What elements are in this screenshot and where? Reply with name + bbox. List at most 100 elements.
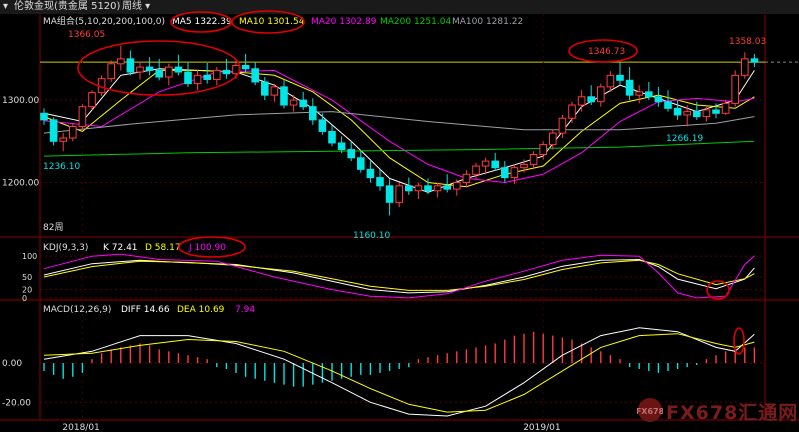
kdj-d-legend: D 58.17	[145, 243, 181, 253]
candle-body	[318, 119, 327, 132]
ma5-legend: MA5 1322.39	[172, 17, 232, 27]
ma10-legend: MA10 1301.54	[239, 17, 305, 27]
macd-cross-ellipse	[733, 327, 745, 355]
candle-body	[165, 66, 173, 78]
candle-body	[673, 107, 682, 116]
candle-body	[366, 168, 375, 179]
candle-body	[424, 185, 432, 192]
candle-body	[616, 74, 624, 81]
candle-body	[741, 58, 749, 76]
watermark-logo: FX678	[637, 398, 663, 422]
candle-body	[472, 165, 480, 175]
chart-svg: 1300.001200.002018/01 2019/01100502000.00…	[0, 10, 799, 432]
ma10-line	[43, 69, 755, 188]
candle-body	[136, 66, 144, 73]
candle-body	[309, 106, 317, 121]
candle-body	[539, 144, 548, 155]
x-tick-label: 2018/01	[62, 423, 99, 432]
candle-body	[357, 157, 365, 170]
candle-body	[174, 66, 183, 73]
candle-body	[59, 137, 68, 142]
candle-body	[337, 142, 346, 151]
x-tick-label: 2019/01	[523, 423, 560, 432]
ma-legend-label: MA组合(5,10,20,200,100,0)	[43, 15, 165, 27]
ma5-line	[43, 68, 755, 193]
weeks-label: 82周	[43, 222, 63, 233]
candle-body	[251, 68, 259, 83]
candle-body	[750, 58, 759, 63]
candle-body	[49, 119, 58, 142]
y-tick-label: 1200.00	[2, 179, 39, 189]
candle-body	[635, 91, 644, 96]
kdj-d-line	[43, 259, 755, 291]
macd-value-legend: 7.94	[235, 305, 255, 315]
kdj-j-legend: J 100.90	[188, 243, 226, 253]
candle-body	[645, 91, 653, 98]
macd-legend-label: MACD(12,26,9)	[43, 305, 111, 315]
candle-body	[299, 99, 307, 108]
chart-window: ▾ 伦敦金现(贵金属 5120) 周线 ▾ 1300.00 1200.00 2018…	[0, 0, 799, 432]
candle-body	[664, 101, 672, 109]
macd-tick-label: -20.00	[2, 398, 31, 408]
candle-body	[78, 106, 87, 127]
candle-body	[501, 167, 509, 179]
candle-body	[721, 102, 730, 114]
candle-body	[549, 132, 557, 146]
candle-body	[405, 185, 413, 192]
candle-body	[606, 74, 615, 88]
candle-body	[693, 111, 701, 118]
high-2019-label: 1358.03	[729, 37, 766, 47]
candle-body	[702, 109, 711, 118]
candle-body	[520, 163, 528, 169]
pullback-low-label: 1266.19	[666, 134, 703, 144]
candle-body	[270, 86, 279, 96]
ma100-legend: MA100 1281.22	[452, 17, 523, 27]
high-2018-label: 1366.05	[68, 30, 105, 40]
y-tick-label: 1300.00	[2, 96, 39, 106]
kdj-tick-label: 100	[22, 252, 37, 261]
macd-tick-label: 0.00	[2, 359, 22, 369]
candle-body	[462, 173, 471, 184]
candle-body	[443, 185, 451, 190]
kdj-k-legend: K 72.41	[103, 243, 138, 253]
kdj-tick-label: 50	[22, 273, 32, 282]
watermark-brand: FX678	[666, 402, 739, 424]
candle-body	[481, 160, 490, 167]
candle-body	[261, 81, 269, 96]
candle-body	[597, 86, 605, 103]
candle-body	[203, 74, 211, 80]
kdj-k-line	[43, 258, 755, 294]
kdj-tick-label: 0	[22, 294, 27, 303]
candle-body	[558, 117, 567, 134]
candle-body	[328, 130, 336, 144]
candle-body	[145, 66, 154, 71]
candle-body	[625, 79, 634, 96]
candle-body	[453, 182, 461, 190]
kdj-legend-label: KDJ(9,3,3)	[43, 243, 88, 253]
candle-body	[155, 69, 163, 78]
candle-body	[395, 185, 403, 203]
candle-body	[712, 109, 720, 114]
candle-body	[568, 104, 576, 119]
candle-body	[107, 63, 116, 80]
candle-body	[126, 58, 135, 73]
candle-body	[213, 69, 221, 80]
candle-body	[433, 185, 442, 192]
low-2017-label: 1236.10	[43, 162, 80, 172]
candle-body	[88, 92, 96, 108]
candle-body	[376, 177, 384, 187]
candle-body	[289, 99, 298, 106]
ma200-legend: MA200 1251.04	[380, 17, 451, 27]
candle-body	[222, 69, 231, 75]
candle-body	[577, 96, 586, 106]
candle-body	[683, 111, 692, 116]
candle-body	[347, 149, 355, 159]
candle-body	[529, 153, 538, 165]
candle-body	[731, 74, 740, 104]
candle-body	[241, 64, 250, 70]
candle-body	[385, 185, 394, 203]
macd-dea-legend: DEA 10.69	[177, 305, 225, 315]
candle-body	[40, 112, 48, 121]
watermark-logo-text: FX678	[637, 407, 663, 416]
ma100-line	[43, 111, 755, 134]
